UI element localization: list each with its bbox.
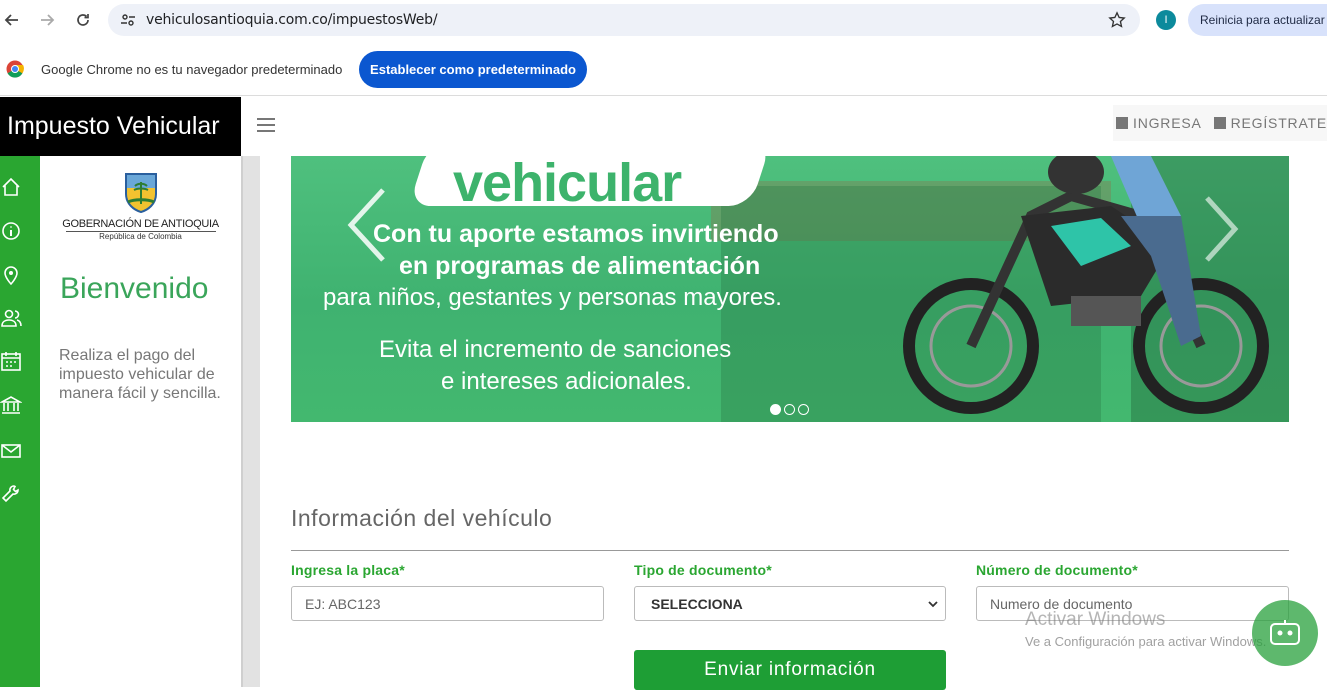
banner-line-5: e intereses adicionales. <box>441 368 692 395</box>
forward-button[interactable] <box>29 2 65 38</box>
banner-title: vehicular <box>453 156 682 213</box>
vehicle-info-title: Información del vehículo <box>291 505 553 531</box>
login-link[interactable]: INGRESA <box>1116 115 1202 131</box>
reload-icon <box>77 14 89 26</box>
chat-bot-icon <box>1270 620 1300 645</box>
carousel-dot-2[interactable] <box>784 404 795 415</box>
info-icon[interactable] <box>0 220 22 242</box>
reload-button[interactable] <box>65 2 101 38</box>
banner-line-3: para niños, gestantes y personas mayores… <box>323 284 782 311</box>
login-icon <box>1116 117 1128 129</box>
login-label: INGRESA <box>1133 115 1202 131</box>
plate-input[interactable]: EJ: ABC123 <box>291 586 604 621</box>
banner-line-4: Evita el incremento de sanciones <box>379 336 732 363</box>
profile-avatar[interactable]: I <box>1156 10 1176 30</box>
default-browser-infobar: Google Chrome no es tu navegador predete… <box>0 44 1327 96</box>
gov-subtitle: República de Colombia <box>99 232 182 241</box>
arrow-left-icon <box>4 14 18 26</box>
section-divider <box>291 550 1289 551</box>
back-button[interactable] <box>0 2 30 38</box>
users-icon[interactable] <box>0 307 22 329</box>
doc-number-label: Número de documento* <box>976 562 1138 578</box>
arrow-right-icon <box>41 14 55 26</box>
location-icon[interactable] <box>0 264 22 286</box>
infobar-message: Google Chrome no es tu navegador predete… <box>41 62 343 77</box>
tools-icon[interactable] <box>0 483 22 505</box>
banner-line-2: en programas de alimentación <box>399 252 761 280</box>
doc-type-select[interactable]: SELECCIONA <box>634 586 946 621</box>
bank-icon[interactable] <box>0 394 24 416</box>
chat-bot-button[interactable] <box>1252 600 1318 666</box>
carousel-dot-1[interactable] <box>770 404 781 415</box>
carousel-indicators <box>770 404 809 415</box>
gov-name: GOBERNACIÓN DE ANTIOQUIA <box>40 218 241 233</box>
submit-button[interactable]: Enviar información <box>634 650 946 690</box>
plate-placeholder: EJ: ABC123 <box>305 595 381 612</box>
site-header: INGRESA REGÍSTRATE <box>241 97 1327 156</box>
gov-name-text: GOBERNACIÓN DE ANTIOQUIA <box>62 218 219 230</box>
carousel-next-icon[interactable] <box>1203 194 1239 264</box>
chevron-down-icon <box>928 601 938 608</box>
sidebar: GOBERNACIÓN DE ANTIOQUIA República de Co… <box>40 156 241 687</box>
carousel-dot-3[interactable] <box>798 404 809 415</box>
promo-carousel: vehicular Con tu aporte estamos invirtie… <box>291 156 1289 422</box>
icon-rail <box>0 156 40 687</box>
welcome-heading: Bienvenido <box>60 272 209 305</box>
auth-links: INGRESA REGÍSTRATE <box>1113 105 1327 141</box>
restart-to-update-button[interactable]: Reinicia para actualizar <box>1188 4 1327 36</box>
set-default-button[interactable]: Establecer como predeterminado <box>359 51 587 88</box>
doc-type-value: SELECCIONA <box>651 595 743 612</box>
register-link[interactable]: REGÍSTRATE <box>1213 115 1327 131</box>
home-icon[interactable] <box>0 176 22 198</box>
site-settings-icon[interactable] <box>120 12 136 28</box>
site-brand[interactable]: Impuesto Vehicular <box>0 97 241 156</box>
register-icon <box>1213 117 1226 129</box>
intro-text: Realiza el pago del impuesto vehicular d… <box>59 347 221 402</box>
register-label: REGÍSTRATE <box>1230 115 1327 131</box>
address-bar[interactable]: vehiculosantioquia.com.co/impuestosWeb/ <box>108 4 1140 36</box>
chrome-logo-icon <box>6 60 24 78</box>
windows-activation-title: Activar Windows <box>1025 609 1166 630</box>
content-gutter <box>241 156 260 687</box>
calendar-icon[interactable] <box>0 350 22 372</box>
banner-line-1: Con tu aporte estamos invirtiendo <box>373 220 779 248</box>
antioquia-shield-logo <box>125 173 157 214</box>
windows-activation-hint: Ve a Configuración para activar Windows. <box>1025 634 1267 649</box>
carousel-prev-icon[interactable] <box>345 186 389 264</box>
url-text[interactable]: vehiculosantioquia.com.co/impuestosWeb/ <box>146 12 438 28</box>
browser-toolbar: vehiculosantioquia.com.co/impuestosWeb/ … <box>0 0 1327 40</box>
plate-label: Ingresa la placa* <box>291 562 405 578</box>
doc-type-label: Tipo de documento* <box>634 562 772 578</box>
mail-icon[interactable] <box>0 440 22 462</box>
menu-toggle-icon[interactable] <box>257 118 275 132</box>
bookmark-star-icon[interactable] <box>1108 11 1126 29</box>
